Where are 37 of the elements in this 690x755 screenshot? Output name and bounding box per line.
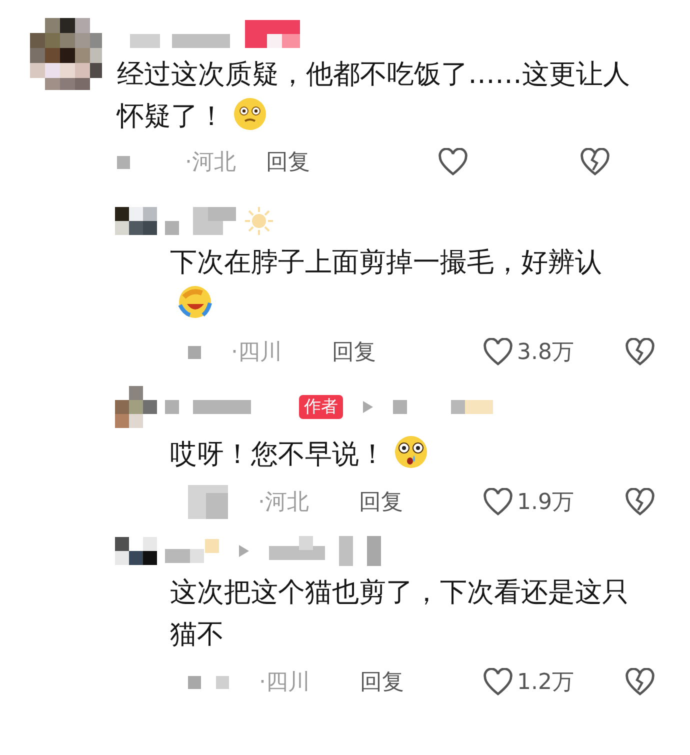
location-label: ·四川 <box>259 668 310 696</box>
pixelated-date <box>188 346 201 358</box>
pixelated-avatar <box>30 18 102 90</box>
pixelated-avatar <box>115 386 157 428</box>
heart-icon[interactable] <box>438 148 468 176</box>
pixelated-name <box>165 539 219 563</box>
comment-text: 这次把这个猫也剪了，下次看还是这只猫不 <box>170 577 629 650</box>
location-label: ·河北 <box>185 148 236 176</box>
location-label: ·河北 <box>258 488 309 516</box>
reply-button[interactable]: 回复 <box>266 146 310 178</box>
comment-text: 经过这次质疑，他都不吃饭了……这更让人怀疑了！ <box>117 59 630 132</box>
heart-icon[interactable] <box>483 668 513 696</box>
like-count: 1.9万 <box>517 488 574 516</box>
pixelated-avatar <box>115 537 157 565</box>
pixelated-date <box>188 676 229 688</box>
broken-heart-icon[interactable] <box>580 148 610 176</box>
author-badge: 作者 <box>299 395 343 419</box>
heart-icon[interactable] <box>483 338 513 366</box>
like-count: 3.8万 <box>517 338 574 366</box>
reply-button[interactable]: 回复 <box>332 336 376 368</box>
heart-icon[interactable] <box>483 488 513 516</box>
play-arrow-icon <box>361 399 375 415</box>
pixelated-name <box>165 207 236 235</box>
broken-heart-icon[interactable] <box>625 488 655 516</box>
comment-text: 哎呀！您不早说！ <box>170 439 386 470</box>
pixelated-date <box>188 485 228 519</box>
pixelated-date <box>117 156 130 168</box>
broken-heart-icon[interactable] <box>625 668 655 696</box>
comment-text: 下次在脖子上面剪掉一撮毛，好辨认 <box>170 247 602 278</box>
broken-heart-icon[interactable] <box>625 338 655 366</box>
like-count: 1.2万 <box>517 668 574 696</box>
reply-button[interactable]: 回复 <box>360 666 404 698</box>
play-arrow-icon <box>237 543 251 559</box>
location-label: ·四川 <box>231 338 282 366</box>
reply-button[interactable]: 回复 <box>359 486 403 518</box>
pixelated-avatar <box>115 207 157 235</box>
sun-icon <box>244 206 274 236</box>
